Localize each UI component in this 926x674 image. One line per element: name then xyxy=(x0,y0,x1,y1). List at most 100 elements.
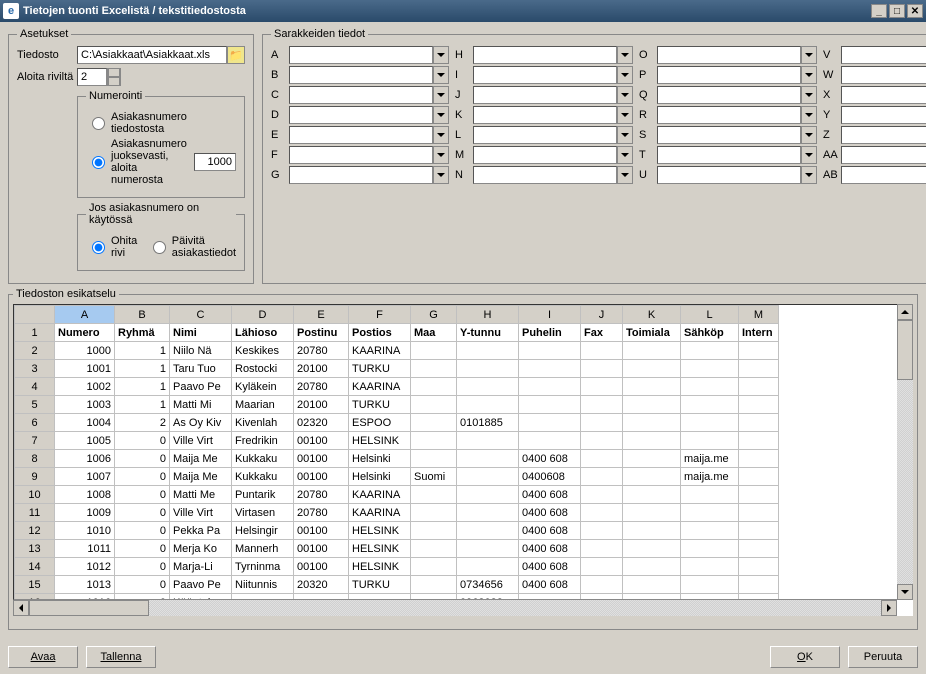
cell[interactable]: 00100 xyxy=(294,432,349,450)
column-combo-I[interactable] xyxy=(473,66,617,84)
cell[interactable] xyxy=(739,504,779,522)
header-cell[interactable]: Puhelin xyxy=(519,324,581,342)
column-combo-U[interactable] xyxy=(657,166,801,184)
cell[interactable] xyxy=(457,432,519,450)
cell[interactable] xyxy=(581,360,623,378)
col-header-A[interactable]: A xyxy=(55,306,115,324)
cell[interactable] xyxy=(457,342,519,360)
cell[interactable]: 1006 xyxy=(55,450,115,468)
cell[interactable] xyxy=(739,360,779,378)
cell[interactable] xyxy=(623,450,681,468)
cell[interactable]: Helsinki xyxy=(349,468,411,486)
cell[interactable]: KAARINA xyxy=(349,342,411,360)
column-combo-V[interactable] xyxy=(841,46,926,64)
cell[interactable] xyxy=(739,522,779,540)
column-dropdown-E[interactable] xyxy=(433,126,449,144)
cell[interactable]: 0 xyxy=(115,432,170,450)
cell[interactable] xyxy=(739,486,779,504)
header-cell[interactable]: Numero xyxy=(55,324,115,342)
cell[interactable] xyxy=(457,450,519,468)
column-dropdown-H[interactable] xyxy=(617,46,633,64)
cell[interactable]: 0 xyxy=(115,468,170,486)
close-button[interactable]: ✕ xyxy=(907,4,923,18)
column-combo-J[interactable] xyxy=(473,86,617,104)
cell[interactable]: TURKU xyxy=(349,360,411,378)
cell[interactable]: Maarian xyxy=(232,396,294,414)
file-input[interactable] xyxy=(77,46,227,64)
cell[interactable] xyxy=(581,576,623,594)
cell[interactable] xyxy=(581,414,623,432)
col-header-I[interactable]: I xyxy=(519,306,581,324)
row-header-14[interactable]: 14 xyxy=(15,558,55,576)
cell[interactable] xyxy=(581,504,623,522)
cell[interactable]: 1007 xyxy=(55,468,115,486)
cell[interactable]: HELSINK xyxy=(349,432,411,450)
cell[interactable] xyxy=(411,414,457,432)
vertical-scrollbar[interactable] xyxy=(897,304,913,600)
cell[interactable] xyxy=(581,342,623,360)
col-header-F[interactable]: F xyxy=(349,306,411,324)
cell[interactable]: 1 xyxy=(115,342,170,360)
cell[interactable] xyxy=(681,504,739,522)
header-cell[interactable]: Postinu xyxy=(294,324,349,342)
cell[interactable]: Mannerh xyxy=(232,540,294,558)
column-dropdown-S[interactable] xyxy=(801,126,817,144)
cell[interactable] xyxy=(581,522,623,540)
column-dropdown-C[interactable] xyxy=(433,86,449,104)
cell[interactable]: Maija Me xyxy=(170,468,232,486)
cell[interactable] xyxy=(581,468,623,486)
cell[interactable] xyxy=(581,432,623,450)
cell[interactable]: 1 xyxy=(115,378,170,396)
column-combo-F[interactable] xyxy=(289,146,433,164)
cell[interactable]: 0734656 xyxy=(457,576,519,594)
cell[interactable] xyxy=(623,540,681,558)
column-combo-AB[interactable] xyxy=(841,166,926,184)
cell[interactable] xyxy=(457,504,519,522)
cell[interactable]: Niitunnis xyxy=(232,576,294,594)
scroll-left-button[interactable] xyxy=(13,600,29,616)
cell[interactable]: Puntarik xyxy=(232,486,294,504)
column-dropdown-P[interactable] xyxy=(801,66,817,84)
column-combo-H[interactable] xyxy=(473,46,617,64)
cell[interactable] xyxy=(581,540,623,558)
cell[interactable]: 0 xyxy=(115,504,170,522)
cell[interactable]: 0400 608 xyxy=(519,576,581,594)
cell[interactable]: 00100 xyxy=(294,450,349,468)
row-header-5[interactable]: 5 xyxy=(15,396,55,414)
save-button[interactable]: Tallenna xyxy=(86,646,156,668)
header-cell[interactable]: Sähköp xyxy=(681,324,739,342)
cell[interactable]: Matti Mi xyxy=(170,396,232,414)
cell[interactable]: TURKU xyxy=(349,396,411,414)
cell[interactable]: 1011 xyxy=(55,540,115,558)
cell[interactable]: 20780 xyxy=(294,342,349,360)
cell[interactable]: KAARINA xyxy=(349,378,411,396)
header-cell[interactable]: Postios xyxy=(349,324,411,342)
column-combo-M[interactable] xyxy=(473,146,617,164)
cell[interactable] xyxy=(739,558,779,576)
cell[interactable] xyxy=(581,450,623,468)
column-combo-B[interactable] xyxy=(289,66,433,84)
maximize-button[interactable]: □ xyxy=(889,4,905,18)
column-dropdown-D[interactable] xyxy=(433,106,449,124)
cell[interactable]: Virtasen xyxy=(232,504,294,522)
cell[interactable]: 00100 xyxy=(294,558,349,576)
cell[interactable] xyxy=(411,504,457,522)
row-header-4[interactable]: 4 xyxy=(15,378,55,396)
cell[interactable]: 1012 xyxy=(55,558,115,576)
cell[interactable]: Kukkaku xyxy=(232,450,294,468)
cell[interactable] xyxy=(623,504,681,522)
header-cell[interactable]: Toimiala xyxy=(623,324,681,342)
cell[interactable] xyxy=(623,522,681,540)
cell[interactable]: 1000 xyxy=(55,342,115,360)
cell[interactable]: 0 xyxy=(115,558,170,576)
cell[interactable]: Taru Tuo xyxy=(170,360,232,378)
row-header-2[interactable]: 2 xyxy=(15,342,55,360)
running-start-input[interactable] xyxy=(194,153,236,171)
cell[interactable] xyxy=(519,342,581,360)
cell[interactable]: 20320 xyxy=(294,576,349,594)
cell[interactable] xyxy=(411,360,457,378)
cell[interactable] xyxy=(411,522,457,540)
column-dropdown-A[interactable] xyxy=(433,46,449,64)
scroll-right-button[interactable] xyxy=(881,600,897,616)
cell[interactable]: KAARINA xyxy=(349,504,411,522)
